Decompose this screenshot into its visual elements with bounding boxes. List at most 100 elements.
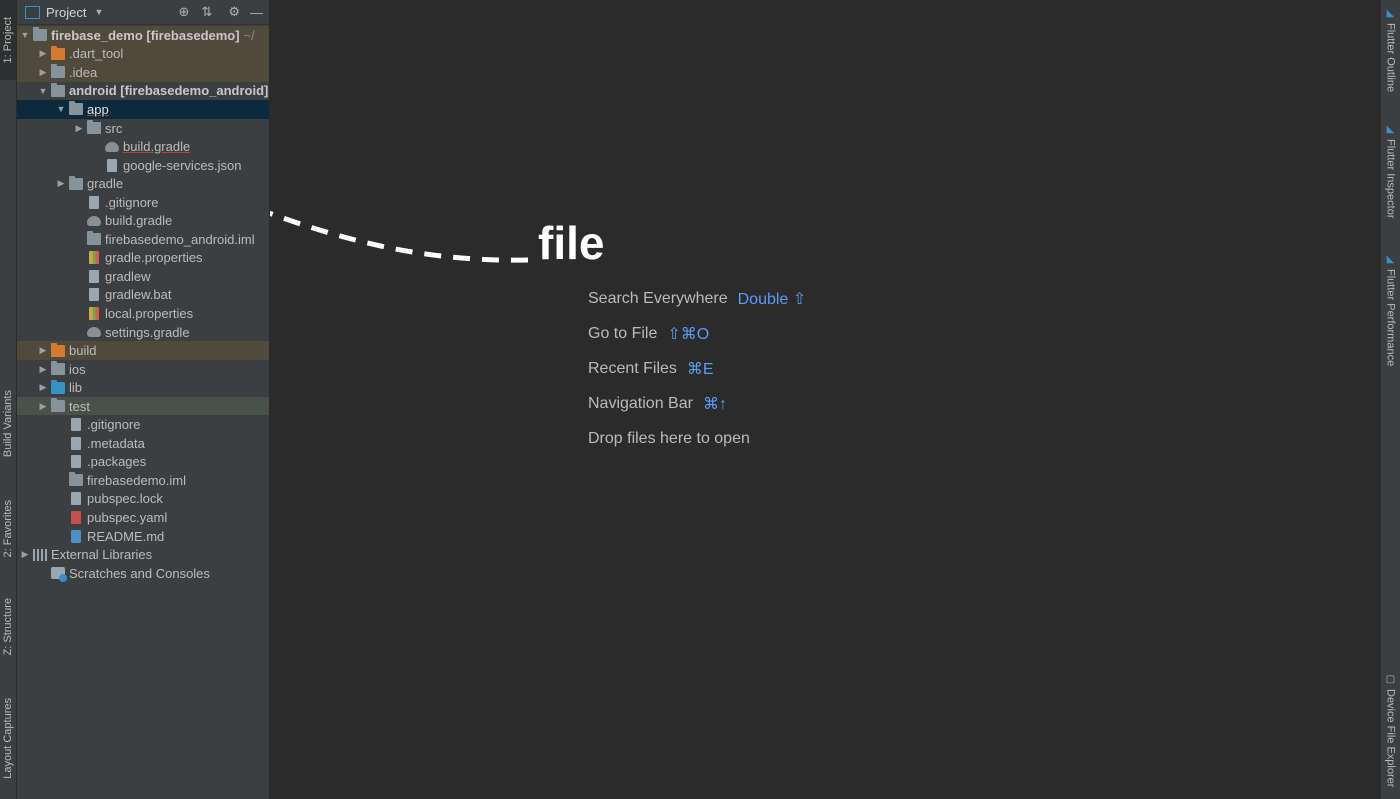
tree-row[interactable]: build.gradle [17,211,269,230]
gear-icon[interactable]: ⚙ [228,4,240,20]
tree-row[interactable]: ▼ firebase_demo [firebasedemo] ~/ [17,26,269,45]
tree-row[interactable]: ▼ android [firebasedemo_android] [17,82,269,101]
tree-row[interactable]: local.properties [17,304,269,323]
tree-item-label: firebasedemo_android.iml [105,231,255,247]
tree-row[interactable]: README.md [17,527,269,546]
tree-row[interactable]: ▶ .dart_tool [17,44,269,64]
tab-flutter-performance[interactable]: ◣ Flutter Performance [1381,254,1400,366]
tree-item-label: android [firebasedemo_android] [69,83,269,99]
file-icon [107,158,117,172]
project-panel-header: Project ▼ ⊕ ⇅ ⚙ — [17,0,269,25]
expand-arrow-icon[interactable]: ▼ [37,86,49,96]
project-view-selector[interactable]: Project ▼ [25,5,103,20]
tree-row[interactable]: build.gradle [17,137,269,156]
collapse-arrow-icon[interactable]: ▶ [37,364,49,375]
tree-row[interactable]: firebasedemo_android.iml [17,230,269,249]
hint-search-everywhere: Search Everywhere Double ⇧ [588,281,806,316]
tree-row[interactable]: google-services.json [17,156,269,175]
tab-device-file-explorer[interactable]: ▢ Device File Explorer [1381,674,1400,787]
tree-row[interactable]: ▶ test [17,396,269,416]
tree-row[interactable]: ▶ build [17,341,269,360]
expand-arrow-icon[interactable]: ▼ [19,30,31,40]
folder-icon [51,82,65,97]
tree-item-label: pubspec.lock [87,491,163,507]
tree-item-label: google-services.json [123,157,242,173]
folder-icon [33,27,47,42]
tree-row[interactable]: ▶ gradle [17,174,269,193]
collapse-arrow-icon[interactable]: ▶ [37,345,49,356]
tree-row[interactable]: ▶ External Libraries [17,545,269,564]
tree-row[interactable]: settings.gradle [17,323,269,342]
tree-item-label: lib [69,380,83,396]
chevron-down-icon: ▼ [94,7,104,17]
tab-favorites[interactable]: 2: Favorites [0,486,16,572]
folder-icon [87,120,101,134]
tree-item-label: External Libraries [51,547,153,563]
tree-row[interactable]: gradle.properties [17,249,269,268]
tree-row[interactable]: .metadata [17,434,269,453]
tree-row[interactable]: ▶ .idea [17,63,269,82]
tree-row[interactable]: ▶ src [17,119,269,138]
tree-row[interactable]: ▶ lib [17,378,269,397]
hint-label: Drop files here to open [588,429,750,447]
locate-icon[interactable]: ⊕ [179,4,190,20]
collapse-arrow-icon[interactable]: ▶ [55,178,67,189]
hint-recent-files: Recent Files ⌘E [588,351,806,386]
tree-row[interactable]: ▶ ios [17,360,269,379]
collapse-arrow-icon[interactable]: ▶ [37,67,49,78]
hint-label: Go to File [588,324,658,342]
hint-shortcut: Double ⇧ [737,290,807,308]
flutter-icon: ◣ [1386,254,1395,265]
tree-row[interactable]: firebasedemo.iml [17,471,269,490]
tree-row[interactable]: pubspec.yaml [17,508,269,527]
file-icon [89,288,99,302]
folder-icon [69,101,83,116]
tab-build-variants[interactable]: Build Variants [0,378,16,470]
tree-item-label: .dart_tool [69,46,124,62]
expand-arrow-icon[interactable]: ▼ [55,104,67,114]
tree-row[interactable]: gradlew.bat [17,286,269,305]
tree-item-label: .metadata [87,435,145,451]
hint-go-to-file: Go to File ⇧⌘O [588,316,806,351]
tab-flutter-outline[interactable]: ◣ Flutter Outline [1381,8,1400,92]
tree-row[interactable]: pubspec.lock [17,490,269,509]
tab-structure[interactable]: Z: Structure [0,584,16,670]
tree-item-label: pubspec.yaml [87,509,168,525]
tree-row[interactable]: .gitignore [17,193,269,212]
tab-layout-captures[interactable]: Layout Captures [0,688,16,788]
tree-item-label: local.properties [105,305,194,321]
empty-editor-hints: Search Everywhere Double ⇧ Go to File ⇧⌘… [588,281,806,456]
tab-device-file-explorer-label: Device File Explorer [1384,689,1397,788]
tree-row[interactable]: .packages [17,453,269,472]
tab-flutter-inspector[interactable]: ◣ Flutter Inspector [1381,124,1400,218]
tab-project[interactable]: 1: Project [0,0,16,80]
editor-empty-area[interactable]: file Search Everywhere Double ⇧ Go to Fi… [270,0,1381,799]
markdown-file-icon [71,529,81,543]
tree-item-label: Scratches and Consoles [69,565,210,581]
folder-icon [51,398,65,413]
scratches-icon [51,567,67,583]
collapse-arrow-icon[interactable]: ▶ [37,401,49,412]
collapse-arrow-icon[interactable]: ▶ [73,123,85,134]
tree-item-label: firebase_demo [firebasedemo] [51,27,240,43]
tree-item-label: build.gradle [105,213,173,229]
project-tree: ▼ firebase_demo [firebasedemo] ~/ ▶ .dart_to… [17,26,269,583]
hint-shortcut: ⌘↑ [702,395,727,413]
tree-item-label: .gitignore [87,417,141,433]
folder-icon [51,64,65,79]
folder-icon [51,45,65,60]
collapse-icon[interactable]: ⇅ [201,4,212,20]
collapse-arrow-icon[interactable]: ▶ [37,382,49,393]
tree-row[interactable]: Scratches and Consoles [17,564,269,583]
gradle-icon [87,215,101,226]
tree-item-label: .gitignore [105,194,159,210]
tree-row[interactable]: gradlew [17,267,269,286]
file-icon [71,418,81,432]
collapse-arrow-icon[interactable]: ▶ [37,48,49,59]
tree-row[interactable]: .gitignore [17,415,269,434]
file-icon [89,195,99,209]
collapse-arrow-icon[interactable]: ▶ [19,549,31,560]
tree-row[interactable]: ▼ app [17,100,269,119]
library-icon [33,548,47,561]
hide-icon[interactable]: — [250,5,263,20]
